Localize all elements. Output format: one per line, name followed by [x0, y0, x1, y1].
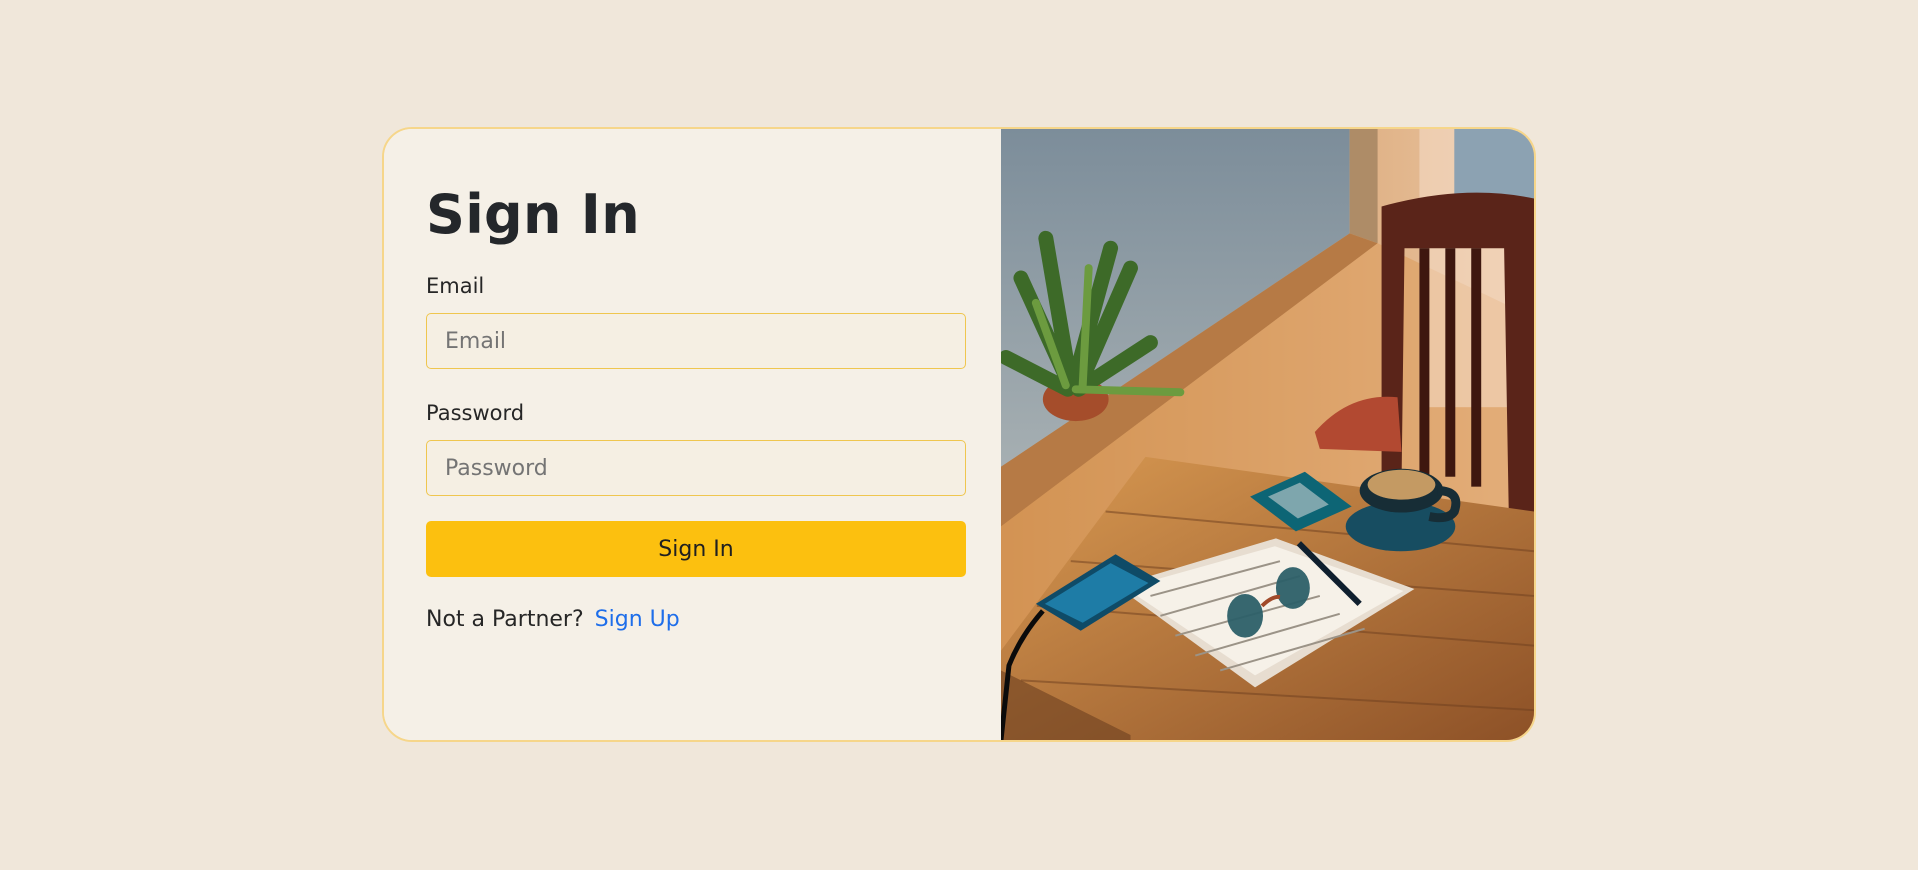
page-title: Sign In — [426, 183, 640, 246]
sign-in-button[interactable]: Sign In — [426, 521, 966, 577]
signup-prompt-text: Not a Partner? — [426, 607, 584, 632]
email-field[interactable] — [426, 313, 966, 369]
signin-card: Sign In Email Password Sign In Not a Par… — [382, 127, 1536, 742]
signin-form-pane: Sign In Email Password Sign In Not a Par… — [384, 129, 1001, 740]
sign-up-link[interactable]: Sign Up — [595, 607, 680, 632]
cafe-photo-icon — [1001, 129, 1534, 740]
password-label: Password — [426, 401, 525, 425]
cafe-photo — [1001, 129, 1534, 740]
email-label: Email — [426, 274, 485, 298]
signup-prompt-row: Not a Partner? Sign Up — [426, 607, 966, 633]
password-field[interactable] — [426, 440, 966, 496]
